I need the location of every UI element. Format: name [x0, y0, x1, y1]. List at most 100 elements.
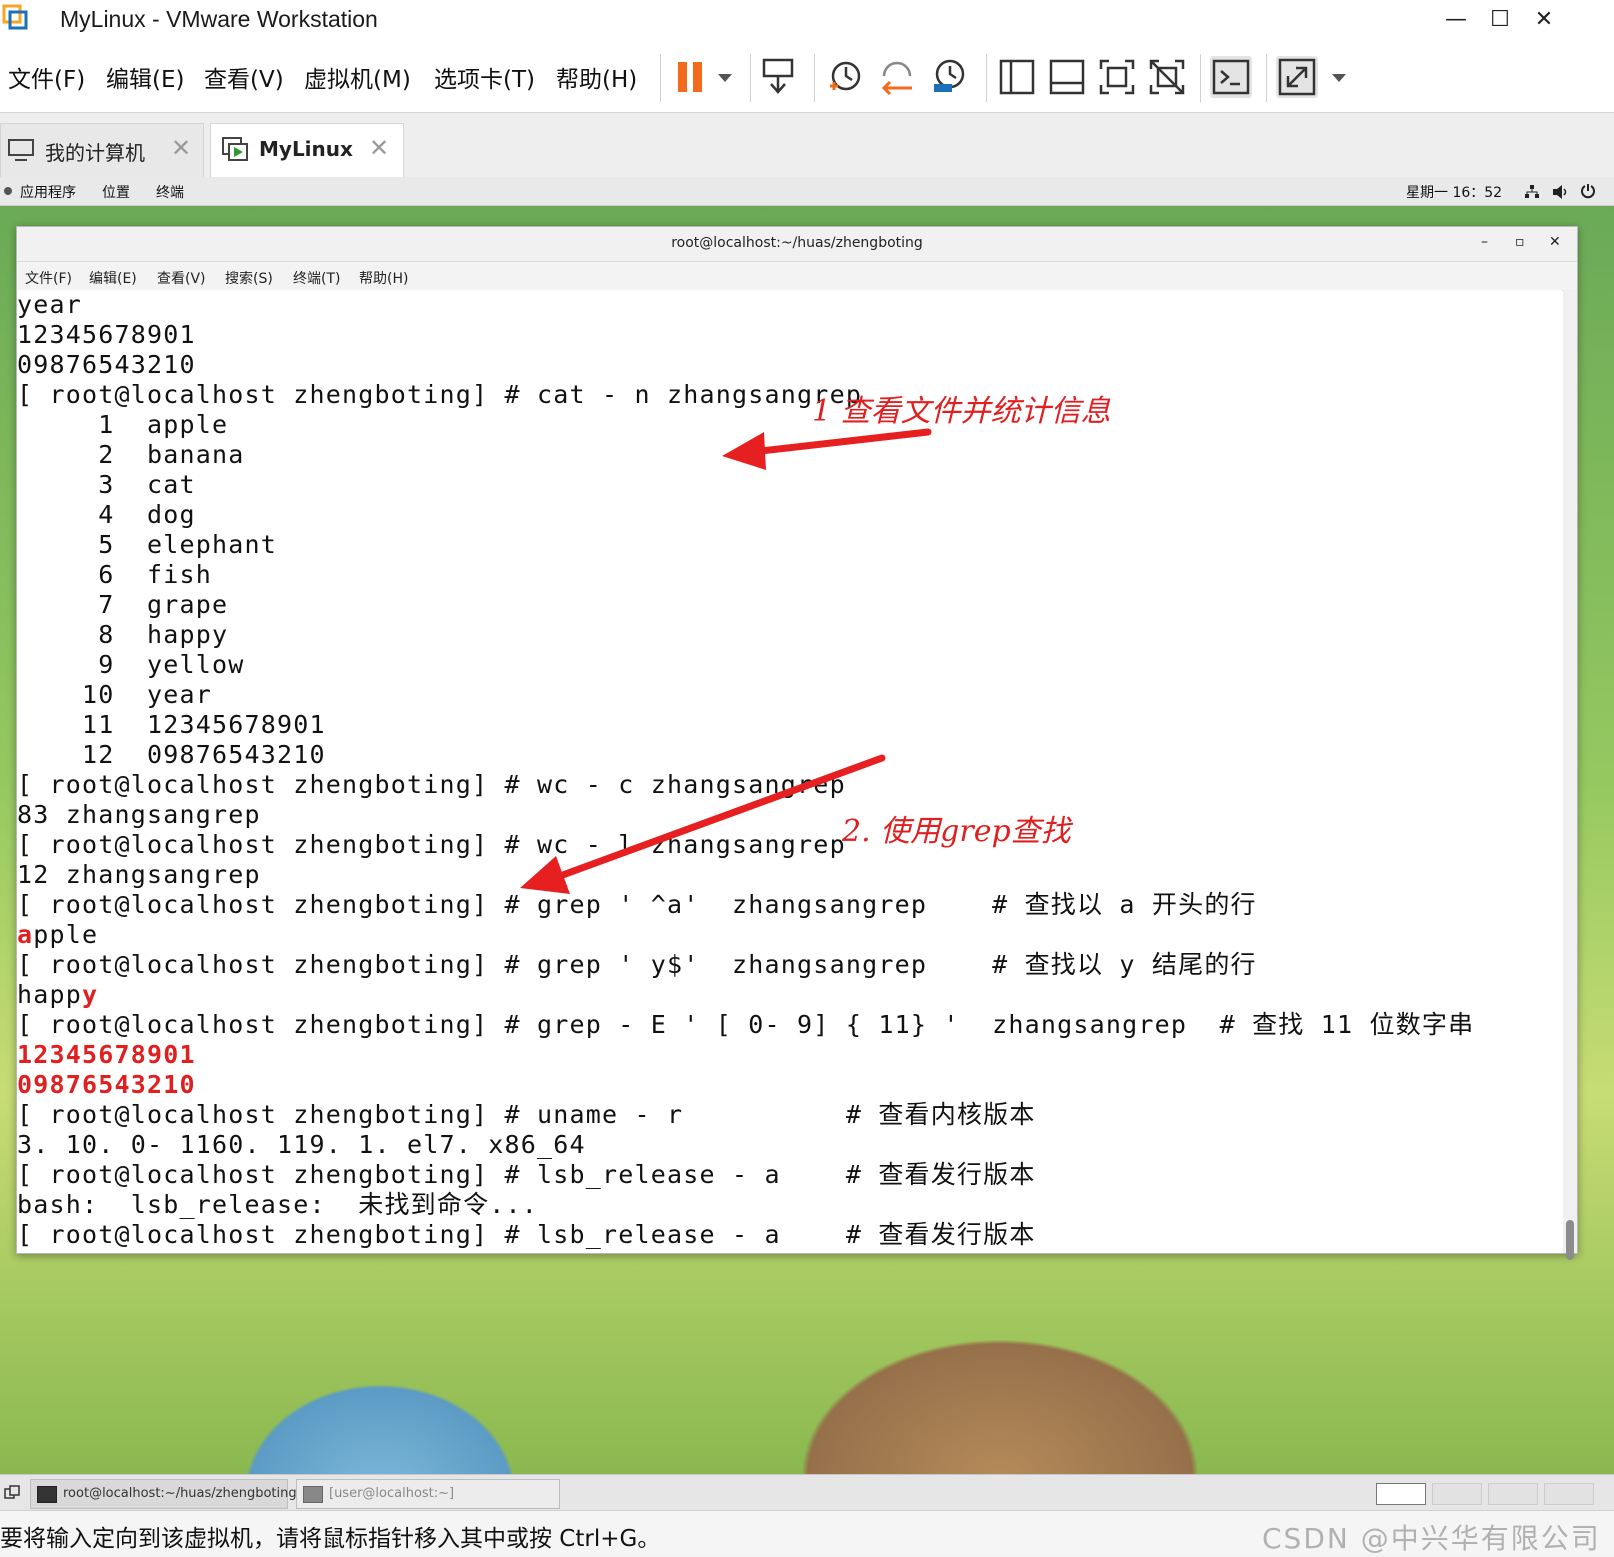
terminal-window[interactable]: root@localhost:~/huas/zhengboting – ▫ ✕ …: [16, 226, 1578, 1260]
terminal-line: 8 happy: [17, 620, 229, 649]
grep-match-rest: happ: [17, 980, 83, 1009]
library-icon[interactable]: [996, 56, 1038, 98]
terminal-title: root@localhost:~/huas/zhengboting: [671, 235, 923, 251]
menu-file[interactable]: 文件(F): [8, 60, 85, 94]
grep-match-line: 09876543210: [17, 1070, 196, 1099]
terminal-line: 9 yellow: [17, 650, 245, 679]
terminal-output[interactable]: year 12345678901 09876543210 [ root@loca…: [17, 290, 1562, 1253]
window-title: MyLinux - VMware Workstation: [60, 6, 378, 32]
grep-match-rest: pple: [33, 920, 99, 949]
snapshot-manager-icon[interactable]: [928, 56, 970, 98]
terminal-line: [ root@localhost zhengboting] # grep ' y…: [17, 950, 1257, 979]
terminal-line: 10 year: [17, 680, 213, 709]
terminal-line: [ root@localhost zhengboting] # lsb_rele…: [17, 1220, 1036, 1249]
terminal-icon: [37, 1486, 57, 1503]
volume-icon[interactable]: [1552, 184, 1570, 200]
terminal-scrollbar[interactable]: [1563, 290, 1577, 1260]
workspace-1[interactable]: [1376, 1483, 1426, 1505]
terminal-menu-search[interactable]: 搜索(S): [225, 268, 273, 288]
scrollbar-thumb[interactable]: [1566, 1220, 1574, 1260]
terminal-line: 3 cat: [17, 470, 196, 499]
unity-icon[interactable]: [1146, 56, 1188, 98]
menu-help[interactable]: 帮助(H): [556, 60, 637, 94]
terminal-line: [ root@localhost zhengboting] # wc - c z…: [17, 770, 846, 799]
vm-tab-bar: 我的计算机 ✕ MyLinux ✕: [0, 113, 1614, 178]
terminal-line: 12345678901: [17, 320, 196, 349]
terminal-menu-view[interactable]: 查看(V): [157, 268, 206, 288]
grep-match-line: 12345678901: [17, 1040, 196, 1069]
vm-running-icon: [222, 137, 248, 161]
watermark: CSDN @中兴华有限公司: [1262, 1522, 1601, 1555]
status-hint: 要将输入定向到该虚拟机，请将鼠标指针移入其中或按 Ctrl+G。: [0, 1526, 661, 1552]
menu-vm[interactable]: 虚拟机(M): [304, 60, 411, 94]
taskbar-item-label: root@localhost:~/huas/zhengboting: [63, 1486, 297, 1501]
terminal-line: [ root@localhost zhengboting] # lsb_rele…: [17, 1160, 1036, 1189]
toolbar-separator: [814, 54, 815, 102]
terminal-menu-terminal[interactable]: 终端(T): [293, 268, 340, 288]
gnome-top-bar: 应用程序 位置 终端 星期一 16：52: [0, 177, 1614, 206]
terminal-menu-help[interactable]: 帮助(H): [359, 268, 408, 288]
tab-close-icon[interactable]: ✕: [369, 134, 389, 162]
workspace-4[interactable]: [1544, 1483, 1594, 1505]
taskbar-item-label: [user@localhost:~]: [329, 1486, 455, 1501]
close-button[interactable]: ✕: [1524, 6, 1564, 34]
gnome-clock[interactable]: 星期一 16：52: [1406, 182, 1502, 202]
menu-toolbar: 文件(F) 编辑(E) 查看(V) 虚拟机(M) 选项卡(T) 帮助(H): [0, 42, 1614, 113]
power-icon[interactable]: [1580, 183, 1596, 199]
gnome-terminal-menu[interactable]: 终端: [156, 182, 184, 202]
terminal-match-line: apple: [17, 920, 98, 950]
terminal-icon: [303, 1486, 323, 1503]
toolbar-separator: [750, 54, 751, 102]
terminal-line: [ root@localhost zhengboting] # grep ' ^…: [17, 890, 1257, 919]
terminal-maximize-button[interactable]: ▫: [1515, 234, 1525, 250]
terminal-close-button[interactable]: ✕: [1549, 234, 1561, 250]
thumbnail-bar-icon[interactable]: [1046, 56, 1088, 98]
maximize-button[interactable]: ☐: [1480, 6, 1520, 34]
terminal-line: [ root@localhost zhengboting] # cat - n …: [17, 380, 863, 409]
show-desktop-icon[interactable]: [4, 1485, 20, 1501]
toolbar-separator: [1266, 54, 1267, 102]
send-ctrl-alt-del-icon[interactable]: [760, 56, 802, 98]
terminal-line: [ root@localhost zhengboting] # uname - …: [17, 1100, 1036, 1129]
snapshot-take-icon[interactable]: [824, 56, 866, 98]
taskbar-item-user-terminal[interactable]: [user@localhost:~]: [296, 1479, 560, 1509]
workspace-3[interactable]: [1488, 1483, 1538, 1505]
terminal-line: 83 zhangsangrep: [17, 800, 261, 829]
fullscreen-icon[interactable]: [1096, 56, 1138, 98]
tab-mylinux[interactable]: MyLinux ✕: [210, 123, 404, 178]
menu-edit[interactable]: 编辑(E): [106, 60, 184, 94]
terminal-line: year: [17, 290, 83, 319]
terminal-match-line: happy: [17, 980, 98, 1010]
snapshot-revert-icon[interactable]: [876, 56, 918, 98]
tab-label: MyLinux: [259, 137, 353, 161]
stretch-dropdown-icon[interactable]: [1318, 56, 1346, 98]
dropdown-arrow-icon[interactable]: [704, 56, 732, 98]
gnome-applications-menu[interactable]: 应用程序: [20, 182, 76, 202]
terminal-menu-bar: 文件(F) 编辑(E) 查看(V) 搜索(S) 终端(T) 帮助(H): [17, 262, 1577, 291]
tab-close-icon[interactable]: ✕: [171, 134, 191, 162]
toolbar-separator: [660, 54, 661, 102]
network-icon[interactable]: [1524, 184, 1540, 200]
terminal-minimize-button[interactable]: –: [1481, 234, 1488, 250]
terminal-title-bar: root@localhost:~/huas/zhengboting – ▫ ✕: [17, 227, 1577, 262]
taskbar-item-root-terminal[interactable]: root@localhost:~/huas/zhengboting: [30, 1479, 297, 1509]
stretch-icon[interactable]: [1276, 56, 1318, 98]
gnome-foot-icon: [4, 187, 12, 195]
console-view-icon[interactable]: [1210, 56, 1252, 98]
menu-tabs[interactable]: 选项卡(T): [434, 60, 535, 94]
terminal-line: bash: lsb_release: 未找到命令...: [17, 1190, 539, 1219]
guest-taskbar: root@localhost:~/huas/zhengboting [user@…: [0, 1474, 1614, 1511]
terminal-menu-file[interactable]: 文件(F): [25, 268, 72, 288]
terminal-line: 12 zhangsangrep: [17, 860, 261, 889]
vmware-title-bar: MyLinux - VMware Workstation — ☐ ✕: [0, 0, 1614, 42]
annotation-note-2: 2. 使用grep查找: [842, 814, 1071, 849]
workspace-2[interactable]: [1432, 1483, 1482, 1505]
menu-view[interactable]: 查看(V): [204, 60, 284, 94]
terminal-line: 3. 10. 0- 1160. 119. 1. el7. x86_64: [17, 1130, 586, 1159]
terminal-line: 09876543210: [17, 350, 196, 379]
tab-my-computer[interactable]: 我的计算机 ✕: [0, 123, 204, 178]
gnome-places-menu[interactable]: 位置: [102, 182, 130, 202]
terminal-menu-edit[interactable]: 编辑(E): [89, 268, 137, 288]
minimize-button[interactable]: —: [1436, 6, 1476, 34]
computer-icon: [8, 139, 34, 161]
